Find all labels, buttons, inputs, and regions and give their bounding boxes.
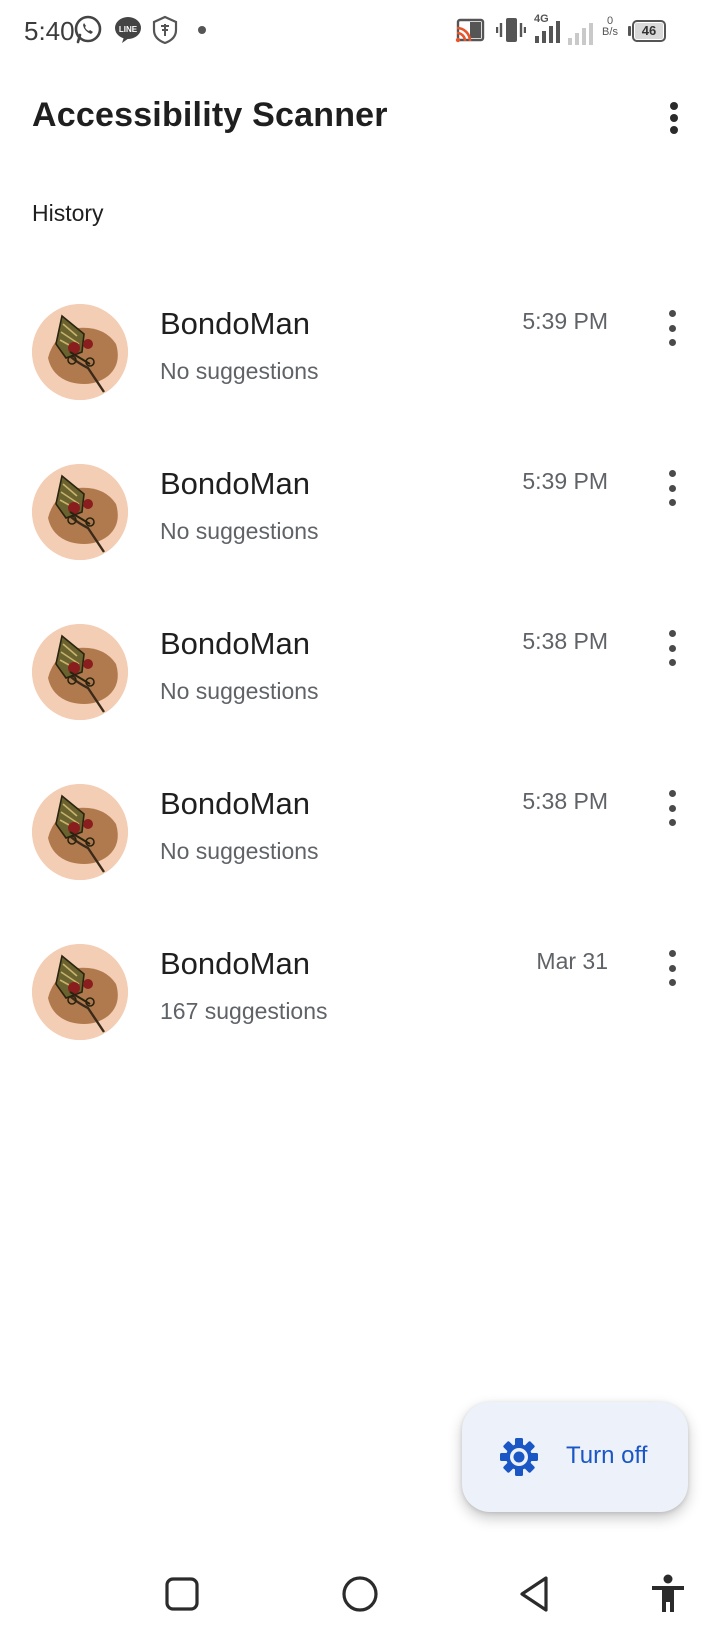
scan-timestamp: 5:39 PM — [522, 468, 608, 494]
more-vert-icon[interactable] — [660, 94, 688, 142]
section-title-history: History — [32, 200, 104, 226]
page-title: Accessibility Scanner — [32, 96, 388, 134]
app-name: BondoMan — [160, 626, 310, 661]
scan-timestamp: 5:39 PM — [522, 308, 608, 334]
history-row-2[interactable]: BondoMan No suggestions 5:39 PM — [0, 436, 720, 596]
history-list: BondoMan No suggestions 5:39 PM BondoMan… — [0, 276, 720, 1076]
app-avatar-icon — [32, 464, 128, 560]
row-more-vert-icon[interactable] — [660, 468, 684, 508]
network-type-label: 4G — [534, 13, 549, 25]
turn-off-button[interactable]: Turn off — [462, 1402, 688, 1512]
row-more-vert-icon[interactable] — [660, 788, 684, 828]
signal-4g-icon: 4G — [534, 13, 560, 43]
network-speed: 0 B/s — [596, 16, 624, 38]
home-circle-icon[interactable] — [338, 1572, 382, 1616]
cast-icon — [455, 18, 485, 43]
turn-off-label: Turn off — [566, 1442, 648, 1469]
app-avatar-icon — [32, 944, 128, 1040]
svg-text:LINE: LINE — [119, 25, 138, 34]
back-triangle-icon[interactable] — [514, 1572, 558, 1616]
vpn-icon — [152, 15, 178, 45]
status-time: 5:40 — [24, 16, 75, 46]
line-icon: LINE — [115, 17, 141, 43]
network-speed-unit: B/s — [602, 26, 618, 38]
suggestion-count: No suggestions — [160, 358, 319, 384]
suggestion-count: No suggestions — [160, 518, 319, 544]
app-name: BondoMan — [160, 466, 310, 501]
history-row-4[interactable]: BondoMan No suggestions 5:38 PM — [0, 756, 720, 916]
history-row-5[interactable]: BondoMan 167 suggestions Mar 31 — [0, 916, 720, 1076]
whatsapp-icon — [74, 15, 102, 44]
recents-square-icon[interactable] — [160, 1572, 204, 1616]
scan-timestamp: Mar 31 — [536, 948, 608, 974]
history-row-1[interactable]: BondoMan No suggestions 5:39 PM — [0, 276, 720, 436]
signal-icon — [568, 23, 593, 45]
app-avatar-icon — [32, 784, 128, 880]
app-name: BondoMan — [160, 786, 310, 821]
vibrate-icon — [496, 18, 526, 42]
status-bar: 5:40 LINE 4G 0 B/s 46 — [0, 0, 720, 64]
scan-timestamp: 5:38 PM — [522, 788, 608, 814]
row-more-vert-icon[interactable] — [660, 948, 684, 988]
suggestion-count: No suggestions — [160, 678, 319, 704]
app-avatar-icon — [32, 304, 128, 400]
suggestion-count: 167 suggestions — [160, 998, 328, 1024]
settings-gear-icon — [500, 1438, 538, 1476]
battery-level: 46 — [641, 23, 657, 38]
scan-timestamp: 5:38 PM — [522, 628, 608, 654]
app-name: BondoMan — [160, 946, 310, 981]
app-avatar-icon — [32, 624, 128, 720]
suggestion-count: No suggestions — [160, 838, 319, 864]
accessibility-icon[interactable] — [646, 1572, 690, 1616]
system-nav-bar — [0, 1550, 720, 1640]
notification-dot-icon — [198, 26, 206, 34]
battery-icon: 46 — [628, 20, 666, 42]
row-more-vert-icon[interactable] — [660, 628, 684, 668]
row-more-vert-icon[interactable] — [660, 308, 684, 348]
app-name: BondoMan — [160, 306, 310, 341]
history-row-3[interactable]: BondoMan No suggestions 5:38 PM — [0, 596, 720, 756]
